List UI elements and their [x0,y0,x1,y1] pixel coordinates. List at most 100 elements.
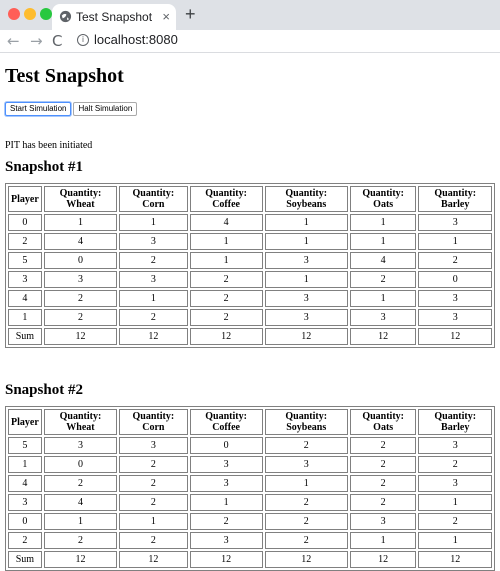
sum-cell: 12 [43,328,118,345]
table-row: 0112232 [8,513,492,530]
minimize-window-icon[interactable] [24,8,36,20]
table-cell: 4 [8,475,42,492]
table-cell: 2 [119,475,188,492]
table-cell: 3 [264,456,348,473]
table-body: 5330223102332242231233421221011223222232… [8,437,492,568]
table-cell: 4 [43,233,118,250]
table-cell: 3 [119,233,188,250]
table-cell: 2 [119,532,188,549]
browser-tab[interactable]: Test Snapshot × [52,4,176,30]
table-cell: 1 [264,214,348,231]
table-cell: 3 [418,290,492,307]
table-cell: 1 [43,513,118,530]
table-cell: 3 [418,309,492,326]
table-cell: 3 [119,271,188,288]
table-cell: 1 [264,271,348,288]
table-cell: 1 [349,214,417,231]
table-row: 2223211 [8,532,492,549]
column-header: Quantity: Soybeans [264,409,348,435]
table-row: 1222333 [8,309,492,326]
table-cell: 1 [418,532,492,549]
column-header: Player [8,409,42,435]
table-cell: 3 [189,475,263,492]
table-cell: 0 [43,252,118,269]
table-cell: 1 [189,252,263,269]
tab-close-icon[interactable]: × [162,9,170,24]
table-cell: 4 [349,252,417,269]
table-row: 1023322 [8,456,492,473]
snapshot-table-1: Player Quantity: Wheat Quantity: Corn Quant… [5,183,495,348]
table-cell: 2 [43,475,118,492]
controls: Start Simulation Halt Simulation [5,98,495,116]
table-header-row: Player Quantity: Wheat Quantity: Corn Quant… [8,409,492,435]
table-cell: 3 [264,252,348,269]
table-cell: 0 [418,271,492,288]
column-header: Quantity: Oats [349,409,417,435]
snapshot-title-2: Snapshot #2 [5,382,83,398]
table-cell: 2 [189,513,263,530]
table-cell: 2 [418,252,492,269]
table-cell: 5 [8,437,42,454]
sum-cell: 12 [119,551,188,568]
table-cell: 1 [349,233,417,250]
url-field[interactable]: localhost:8080 [94,32,178,47]
table-row: 4223123 [8,475,492,492]
table-cell: 1 [189,494,263,511]
table-cell: 2 [349,437,417,454]
reload-button[interactable]: C [52,32,62,50]
table-cell: 2 [43,532,118,549]
table-cell: 3 [189,532,263,549]
column-header: Quantity: Corn [119,186,188,212]
tab-title: Test Snapshot [76,10,153,24]
table-cell: 3 [418,214,492,231]
table-cell: 2 [119,309,188,326]
table-cell: 1 [418,494,492,511]
table-cell: 3 [264,309,348,326]
site-info-icon[interactable]: i [77,34,89,46]
table-row: 5330223 [8,437,492,454]
sum-cell: 12 [189,328,263,345]
sum-row: Sum 12 12 12 12 12 12 [8,328,492,345]
table-cell: 2 [264,494,348,511]
table-cell: 1 [8,456,42,473]
table-cell: 2 [349,494,417,511]
page-title: Test Snapshot [5,65,124,87]
new-tab-button[interactable]: + [185,4,196,25]
table-cell: 2 [349,475,417,492]
table-cell: 1 [349,532,417,549]
address-toolbar: ← → C i localhost:8080 [0,30,500,53]
table-cell: 1 [119,513,188,530]
sum-cell: 12 [418,328,492,345]
table-cell: 3 [418,437,492,454]
table-cell: 1 [418,233,492,250]
forward-button[interactable]: → [30,32,43,50]
table-cell: 3 [8,271,42,288]
snapshot-title-1: Snapshot #1 [5,159,83,175]
table-row: 0114113 [8,214,492,231]
table-cell: 0 [43,456,118,473]
column-header: Quantity: Oats [349,186,417,212]
table-body: 0114113243111150213423332120421231312223… [8,214,492,345]
sum-cell: Sum [8,328,42,345]
maximize-window-icon[interactable] [40,8,52,20]
back-button[interactable]: ← [7,32,20,50]
start-simulation-button[interactable]: Start Simulation [5,101,72,116]
sum-cell: Sum [8,551,42,568]
table-cell: 1 [264,475,348,492]
table-cell: 1 [119,214,188,231]
sum-cell: 12 [119,328,188,345]
sum-cell: 12 [349,551,417,568]
table-cell: 3 [189,456,263,473]
tab-strip: Test Snapshot × + [0,0,500,30]
table-cell: 4 [8,290,42,307]
halt-simulation-button[interactable]: Halt Simulation [73,101,138,116]
table-cell: 2 [119,456,188,473]
table-cell: 3 [418,475,492,492]
table-cell: 3 [349,309,417,326]
table-cell: 2 [264,532,348,549]
table-cell: 2 [119,494,188,511]
close-window-icon[interactable] [8,8,20,20]
column-header: Quantity: Barley [418,409,492,435]
table-cell: 2 [418,513,492,530]
table-cell: 1 [189,233,263,250]
